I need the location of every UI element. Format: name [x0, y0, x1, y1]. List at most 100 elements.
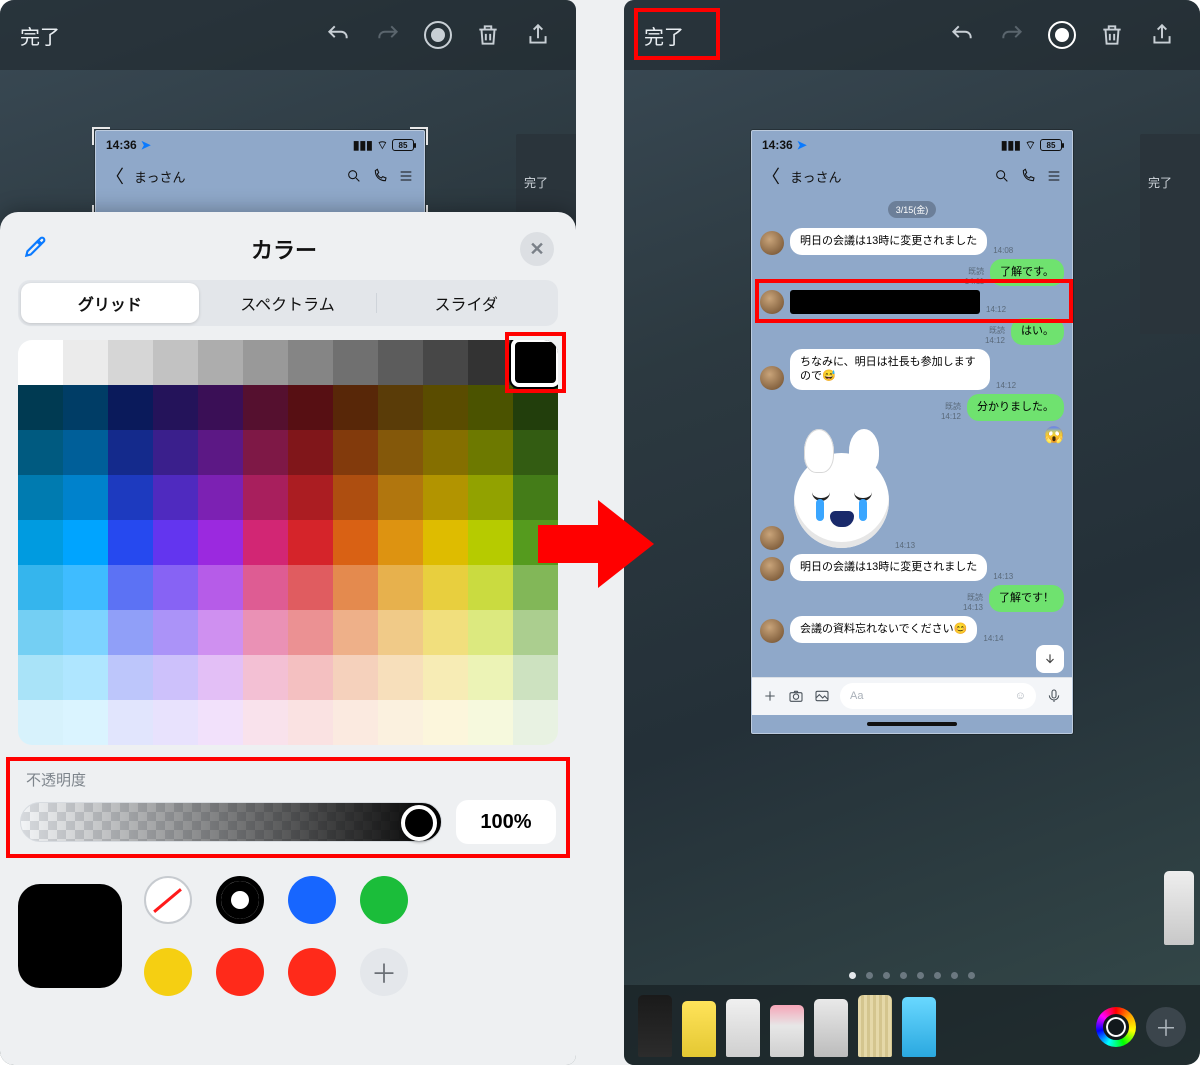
tool-eraser[interactable]	[770, 1005, 804, 1057]
pager-dot[interactable]	[934, 972, 941, 979]
opacity-slider[interactable]	[20, 802, 442, 842]
tool-ruler[interactable]	[858, 995, 892, 1057]
color-ring-icon[interactable]	[1096, 1007, 1136, 1047]
pager-dot[interactable]	[917, 972, 924, 979]
color-cell[interactable]	[333, 340, 378, 385]
color-cell[interactable]	[378, 655, 423, 700]
color-cell[interactable]	[468, 430, 513, 475]
nav-back-icon[interactable]: 〈	[106, 163, 124, 189]
undo-icon[interactable]	[940, 13, 984, 57]
color-cell[interactable]	[243, 475, 288, 520]
pager-dot[interactable]	[951, 972, 958, 979]
color-cell[interactable]	[63, 475, 108, 520]
color-cell[interactable]	[468, 385, 513, 430]
color-cell[interactable]	[63, 700, 108, 745]
swatch-add[interactable]: ＋	[360, 948, 408, 996]
camera-icon[interactable]	[788, 688, 804, 704]
color-cell[interactable]	[288, 700, 333, 745]
nav-back-icon[interactable]: 〈	[762, 163, 780, 189]
add-tool-button[interactable]: ＋	[1146, 1007, 1186, 1047]
color-cell[interactable]	[153, 565, 198, 610]
color-cell[interactable]	[153, 520, 198, 565]
color-cell[interactable]	[243, 520, 288, 565]
color-cell[interactable]	[153, 340, 198, 385]
color-cell[interactable]	[288, 610, 333, 655]
color-cell[interactable]	[63, 385, 108, 430]
color-cell[interactable]	[333, 385, 378, 430]
search-icon[interactable]	[346, 168, 362, 184]
close-icon[interactable]: ✕	[520, 232, 554, 266]
menu-icon[interactable]	[1046, 168, 1062, 184]
color-cell[interactable]	[108, 475, 153, 520]
color-cell[interactable]	[108, 430, 153, 475]
screenshot-thumbnail[interactable]: 14:36 ➤ ▮▮▮ ⌔ 85 〈 まっさん	[95, 130, 425, 218]
trash-icon[interactable]	[466, 13, 510, 57]
color-cell[interactable]	[18, 655, 63, 700]
color-cell[interactable]	[243, 610, 288, 655]
color-cell[interactable]	[423, 565, 468, 610]
pager-dot[interactable]	[900, 972, 907, 979]
color-cell[interactable]	[243, 385, 288, 430]
color-cell[interactable]	[378, 610, 423, 655]
color-cell[interactable]	[243, 430, 288, 475]
swatch-color[interactable]	[360, 876, 408, 924]
color-cell[interactable]	[423, 340, 468, 385]
color-cell[interactable]	[108, 520, 153, 565]
color-cell[interactable]	[63, 655, 108, 700]
trash-icon[interactable]	[1090, 13, 1134, 57]
color-cell[interactable]	[468, 565, 513, 610]
color-cell[interactable]	[333, 430, 378, 475]
color-cell[interactable]	[108, 340, 153, 385]
tab-grid[interactable]: グリッド	[21, 283, 199, 323]
color-cell[interactable]	[468, 700, 513, 745]
color-cell[interactable]	[18, 700, 63, 745]
share-icon[interactable]	[1140, 13, 1184, 57]
color-cell[interactable]	[18, 520, 63, 565]
color-cell[interactable]	[423, 655, 468, 700]
color-cell[interactable]	[198, 475, 243, 520]
color-cell[interactable]	[243, 655, 288, 700]
color-cell[interactable]	[468, 655, 513, 700]
color-cell[interactable]	[288, 430, 333, 475]
message-input[interactable]: Aa ☺	[840, 683, 1036, 709]
call-icon[interactable]	[1020, 168, 1036, 184]
tool-marker[interactable]	[682, 1001, 716, 1057]
second-screenshot-peek[interactable]: 14 完了	[1140, 134, 1200, 334]
pager-dot[interactable]	[883, 972, 890, 979]
markup-mode-icon[interactable]	[1040, 13, 1084, 57]
tab-spectrum[interactable]: スペクトラム	[199, 283, 377, 323]
tool-highlighter[interactable]	[726, 999, 760, 1057]
color-cell[interactable]	[243, 700, 288, 745]
swatch-color[interactable]	[288, 948, 336, 996]
pager-dot[interactable]	[866, 972, 873, 979]
color-cell[interactable]	[378, 430, 423, 475]
swatch-none[interactable]	[144, 876, 192, 924]
color-cell[interactable]	[18, 340, 63, 385]
color-cell[interactable]	[288, 655, 333, 700]
color-cell[interactable]	[333, 610, 378, 655]
call-icon[interactable]	[372, 168, 388, 184]
emoji-icon[interactable]: ☺	[1015, 690, 1026, 702]
color-cell[interactable]	[333, 700, 378, 745]
color-cell[interactable]	[198, 565, 243, 610]
color-cell[interactable]	[513, 385, 558, 430]
color-cell[interactable]	[153, 655, 198, 700]
color-cell[interactable]	[513, 430, 558, 475]
search-icon[interactable]	[994, 168, 1010, 184]
color-cell[interactable]	[63, 520, 108, 565]
color-cell[interactable]	[243, 565, 288, 610]
color-cell[interactable]	[513, 700, 558, 745]
color-cell[interactable]	[198, 430, 243, 475]
color-cell[interactable]	[108, 700, 153, 745]
color-cell[interactable]	[378, 385, 423, 430]
pager-dot[interactable]	[849, 972, 856, 979]
color-cell[interactable]	[423, 385, 468, 430]
color-cell[interactable]	[63, 610, 108, 655]
gallery-icon[interactable]	[814, 688, 830, 704]
color-cell[interactable]	[288, 475, 333, 520]
color-cell[interactable]	[198, 655, 243, 700]
color-cell[interactable]	[333, 565, 378, 610]
color-cell[interactable]	[198, 340, 243, 385]
color-cell[interactable]	[63, 340, 108, 385]
opacity-thumb[interactable]	[401, 805, 437, 841]
